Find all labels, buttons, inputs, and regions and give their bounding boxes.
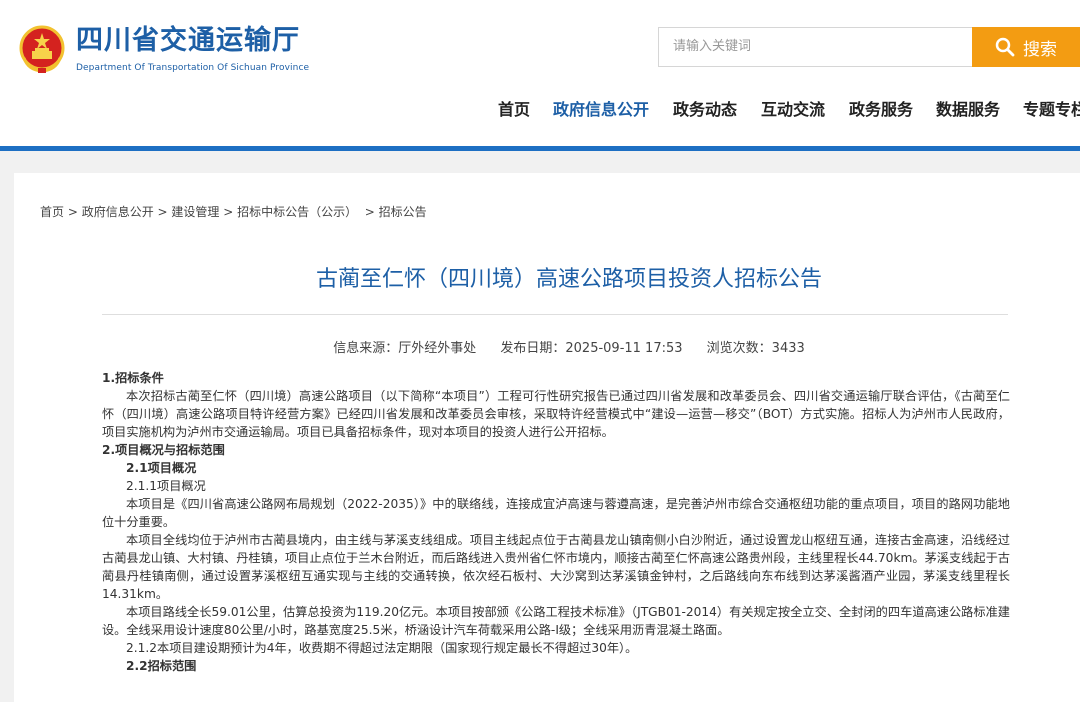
article-meta: 信息来源：厅外经外事处 发布日期：2025-09-11 17:53 浏览次数：3… xyxy=(14,337,1080,356)
subsection-heading: 2.2招标范围 xyxy=(126,659,197,673)
search-icon xyxy=(995,37,1015,57)
nav-interaction[interactable]: 互动交流 xyxy=(761,96,825,120)
breadcrumb: 首页 > 政府信息公开 > 建设管理 > 招标中标公告（公示） > 招标公告 xyxy=(40,205,427,219)
title-divider xyxy=(102,314,1008,315)
section-heading: 1.招标条件 xyxy=(102,371,164,385)
article-date: 发布日期：2025-09-11 17:53 xyxy=(500,341,683,356)
site-title: 四川省交通运输厅 xyxy=(76,25,300,56)
paragraph: 本项目是《四川省高速公路网布局规划（2022-2035）》中的联络线，连接成宜泸… xyxy=(102,497,1010,529)
section-heading: 2.项目概况与招标范围 xyxy=(102,443,225,457)
article-title: 古蔺至仁怀（四川境）高速公路项目投资人招标公告 xyxy=(315,267,822,292)
subsection-heading: 2.1项目概况 xyxy=(126,461,197,475)
header-divider xyxy=(0,146,1080,151)
nav-home[interactable]: 首页 xyxy=(498,96,530,120)
nav-news[interactable]: 政务动态 xyxy=(673,96,737,120)
search-button-label: 搜索 xyxy=(1023,39,1057,60)
nav-data[interactable]: 数据服务 xyxy=(936,96,1000,120)
national-emblem-icon xyxy=(18,24,66,74)
content-card: 首页 > 政府信息公开 > 建设管理 > 招标中标公告（公示） > 招标公告 古… xyxy=(14,173,1080,702)
paragraph: 本项目路线全长59.01公里，估算总投资为119.20亿元。本项目按部颁《公路工… xyxy=(102,605,1010,637)
main-nav: 首页 政府信息公开 政务动态 互动交流 政务服务 数据服务 专题专栏 xyxy=(0,96,1080,120)
paragraph: 2.1.2本项目建设期预计为4年，收费期不得超过法定期限（国家现行规定最长不得超… xyxy=(126,641,638,655)
site-logo[interactable]: 四川省交通运输厅 Department Of Transportation Of… xyxy=(18,24,309,74)
site-subtitle: Department Of Transportation Of Sichuan … xyxy=(76,63,310,73)
breadcrumb-home[interactable]: 首页 xyxy=(40,205,64,219)
subsection-label: 2.1.1项目概况 xyxy=(126,479,206,493)
site-header: 四川省交通运输厅 Department Of Transportation Of… xyxy=(0,0,1080,151)
article-views: 浏览次数：3433 xyxy=(706,341,805,356)
paragraph: 本项目全线均位于泸州市古蔺县境内，由主线与茅溪支线组成。项目主线起点位于古蔺县龙… xyxy=(102,533,1010,601)
search-button[interactable]: 搜索 xyxy=(972,27,1080,67)
breadcrumb-bid-notices[interactable]: 招标中标公告（公示） xyxy=(237,205,357,219)
nav-topics[interactable]: 专题专栏 xyxy=(1023,96,1080,120)
breadcrumb-gov-info[interactable]: 政府信息公开 xyxy=(82,205,154,219)
paragraph: 本次招标古蔺至仁怀（四川境）高速公路项目（以下简称“本项目”）工程可行性研究报告… xyxy=(102,389,1010,439)
article-body: 1.招标条件 本次招标古蔺至仁怀（四川境）高速公路项目（以下简称“本项目”）工程… xyxy=(102,369,1010,675)
nav-gov-info[interactable]: 政府信息公开 xyxy=(553,96,649,120)
search-input[interactable]: 请输入关键词 xyxy=(658,27,972,67)
breadcrumb-tender-notice[interactable]: 招标公告 xyxy=(379,205,427,219)
breadcrumb-construction[interactable]: 建设管理 xyxy=(171,205,219,219)
nav-services[interactable]: 政务服务 xyxy=(849,96,913,120)
article-source: 信息来源：厅外经外事处 xyxy=(333,341,477,356)
